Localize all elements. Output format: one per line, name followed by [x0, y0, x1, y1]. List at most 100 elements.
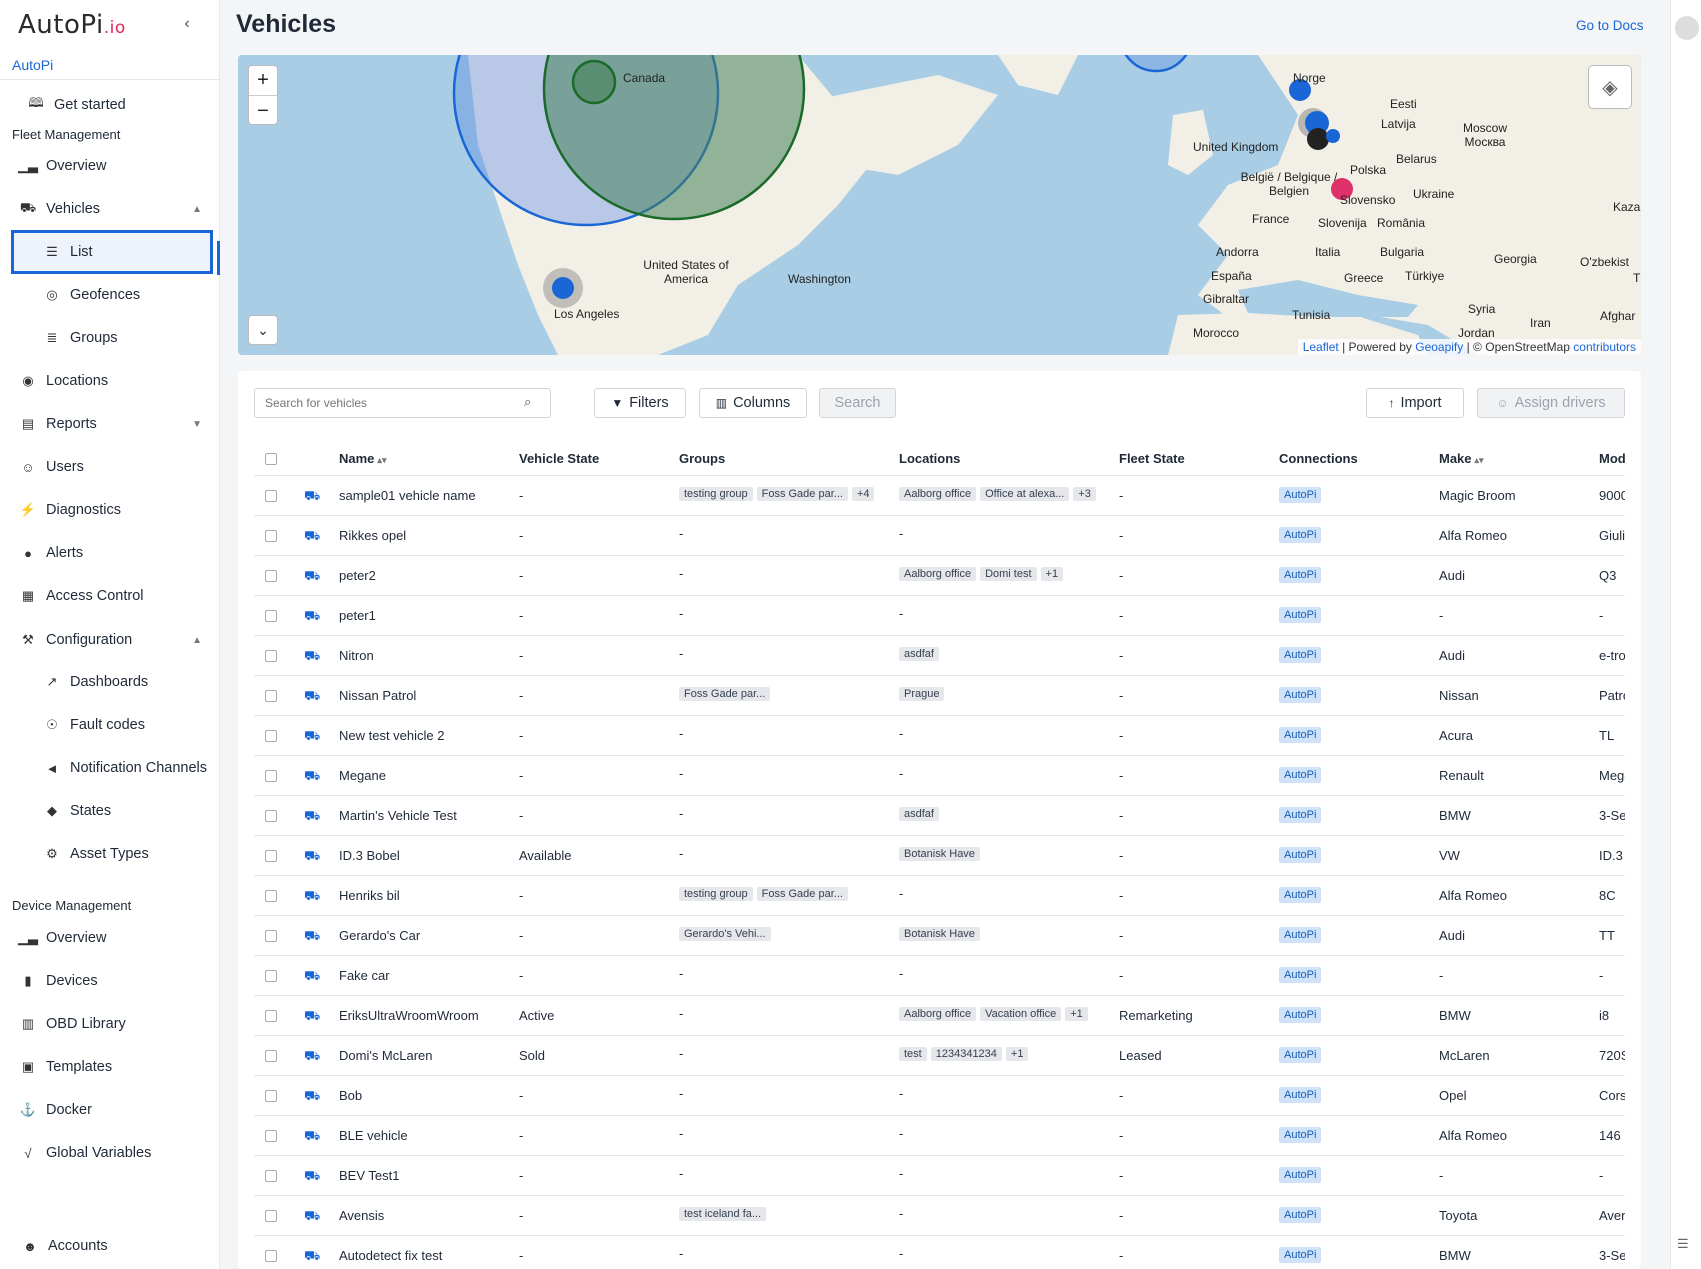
sidebar-item-obd-library[interactable]: ▥ OBD Library — [0, 1004, 220, 1044]
sidebar-item-notification-channels[interactable]: ◄ Notification Channels — [0, 748, 220, 788]
filters-button[interactable]: ▼ Filters — [594, 388, 686, 418]
row-checkbox[interactable] — [265, 1210, 277, 1222]
vehicle-name[interactable]: Domi's McLaren — [339, 1048, 509, 1063]
sidebar-item-dm-overview[interactable]: ▁▃ Overview — [0, 918, 220, 958]
row-checkbox[interactable] — [265, 930, 277, 942]
sidebar-item-alerts[interactable]: ● Alerts — [0, 533, 220, 573]
row-checkbox[interactable] — [265, 970, 277, 982]
table-row[interactable]: ⛟Megane----AutoPiRenaultMega — [254, 755, 1625, 795]
sidebar-item-reports[interactable]: ▤ Reports ▼ — [0, 404, 220, 444]
location-tag[interactable]: Domi test — [980, 566, 1037, 581]
sidebar-item-states[interactable]: ◆ States — [0, 791, 220, 831]
row-checkbox[interactable] — [265, 1010, 277, 1022]
zoom-out-button[interactable]: − — [249, 96, 277, 126]
location-tag[interactable]: +1 — [1065, 1006, 1088, 1021]
vehicle-name[interactable]: sample01 vehicle name — [339, 488, 509, 503]
map-layers-button[interactable]: ◈ — [1588, 65, 1632, 109]
table-row[interactable]: ⛟ Nissan Patrol - Foss Gade par... Prague - Au… — [254, 675, 1625, 715]
avatar[interactable] — [1675, 16, 1699, 40]
sidebar-item-vehicles[interactable]: ⛟ Vehicles ▲ — [0, 189, 220, 229]
table-row[interactable]: ⛟ Henriks bil - testing group Foss Gade par.… — [254, 875, 1625, 915]
group-tag[interactable]: Foss Gade par... — [756, 886, 848, 901]
table-row[interactable]: ⛟ peter1- - - - AutoPi - - — [254, 595, 1625, 635]
table-row[interactable]: ⛟ EriksUltraWroomWroom Active - Aalborg offi… — [254, 995, 1625, 1035]
location-tag[interactable]: Office at alexa... — [980, 486, 1070, 501]
vehicle-name[interactable]: Autodetect fix test — [339, 1248, 509, 1263]
select-all-checkbox[interactable] — [265, 453, 277, 465]
group-tag[interactable]: Foss Gade par... — [756, 486, 848, 501]
location-tag[interactable]: +1 — [1040, 566, 1064, 581]
list-toggle-icon[interactable]: ☰ — [1677, 1236, 1689, 1252]
sidebar-item-diagnostics[interactable]: ⚡ Diagnostics — [0, 490, 220, 530]
table-row[interactable]: ⛟ Nitron - - asdfaf - AutoPi Audi e-tro — [254, 635, 1625, 675]
group-tag[interactable]: testing group — [679, 486, 753, 501]
group-tag[interactable]: Foss Gade par... — [679, 686, 771, 701]
row-checkbox[interactable] — [265, 1250, 277, 1262]
table-row[interactable]: ⛟ ID.3 Bobel Available - Botanisk Have - AutoP… — [254, 835, 1625, 875]
collapse-sidebar-icon[interactable]: ‹ — [177, 14, 197, 34]
sidebar-item-list[interactable]: ☰ List — [11, 230, 213, 274]
vehicle-name[interactable]: peter2 — [339, 568, 509, 583]
vehicle-name[interactable]: Nitron — [339, 648, 509, 663]
table-row[interactable]: ⛟ Domi's McLaren Sold - test 1234341234 +1 Leas… — [254, 1035, 1625, 1075]
row-checkbox[interactable] — [265, 530, 277, 542]
row-checkbox[interactable] — [265, 1050, 277, 1062]
search-input[interactable] — [254, 388, 551, 418]
group-tag[interactable]: +4 — [851, 486, 875, 501]
row-checkbox[interactable] — [265, 730, 277, 742]
vehicle-name[interactable]: Megane — [339, 768, 509, 783]
vehicle-map[interactable]: Canada United States of America Washingt… — [238, 55, 1641, 355]
location-tag[interactable]: +1 — [1005, 1046, 1029, 1061]
org-name[interactable]: AutoPi — [0, 50, 219, 80]
sidebar-item-users[interactable]: ☺ Users — [0, 447, 220, 487]
row-checkbox[interactable] — [265, 650, 277, 662]
row-checkbox[interactable] — [265, 1090, 277, 1102]
columns-button[interactable]: ▥ Columns — [699, 388, 807, 418]
vehicle-name[interactable]: Fake car — [339, 968, 509, 983]
group-tag[interactable]: testing group — [679, 886, 753, 901]
sidebar-item-fault-codes[interactable]: ☉ Fault codes — [0, 705, 220, 745]
table-row[interactable]: ⛟ Bob - - - - AutoPi Opel Cors — [254, 1075, 1625, 1115]
vehicle-name[interactable]: peter1 — [339, 608, 509, 623]
sidebar-item-locations[interactable]: ◉ Locations — [0, 361, 220, 401]
table-row[interactable]: ⛟ peter2- - Aalborg office Domi test +1- AutoP… — [254, 555, 1625, 595]
row-checkbox[interactable] — [265, 570, 277, 582]
search-icon[interactable]: ⌕ — [524, 394, 531, 410]
sidebar-item-get-started[interactable]: 🕮 Get started — [0, 85, 220, 125]
row-checkbox[interactable] — [265, 890, 277, 902]
vehicle-name[interactable]: New test vehicle 2 — [339, 728, 509, 743]
col-header-name[interactable]: Name ▴▾ — [339, 451, 386, 466]
leaflet-link[interactable]: Leaflet — [1303, 340, 1339, 354]
sidebar-item-overview[interactable]: ▁▃ Overview — [0, 146, 220, 186]
sidebar-item-devices[interactable]: ▮ Devices — [0, 961, 220, 1001]
row-checkbox[interactable] — [265, 810, 277, 822]
sidebar-item-access-control[interactable]: ▦ Access Control — [0, 576, 220, 616]
table-row[interactable]: ⛟ New test vehicle 2- - - - AutoPi Acura TL — [254, 715, 1625, 755]
location-tag[interactable]: Botanisk Have — [899, 926, 980, 941]
location-tag[interactable]: 1234341234 — [930, 1046, 1002, 1061]
location-tag[interactable]: asdfaf — [899, 806, 939, 821]
map-expand-button[interactable]: ⌄ — [248, 315, 278, 345]
vehicle-name[interactable]: Henriks bil — [339, 888, 509, 903]
go-to-docs-link[interactable]: Go to Docs — [1576, 18, 1644, 33]
vehicle-name[interactable]: EriksUltraWroomWroom — [339, 1008, 509, 1023]
vehicle-name[interactable]: Gerardo's Car — [339, 928, 509, 943]
location-tag[interactable]: +3 — [1073, 486, 1096, 501]
vehicle-name[interactable]: ID.3 Bobel — [339, 848, 509, 863]
autopi-logo[interactable]: AutoPi.io — [18, 10, 126, 40]
sidebar-item-templates[interactable]: ▣ Templates — [0, 1047, 220, 1087]
location-tag[interactable]: Prague — [899, 686, 945, 701]
row-checkbox[interactable] — [265, 1170, 277, 1182]
vehicle-name[interactable]: BLE vehicle — [339, 1128, 509, 1143]
group-tag[interactable]: test iceland fa... — [679, 1206, 767, 1221]
sidebar-item-configuration[interactable]: ⚒ Configuration ▲ — [0, 620, 220, 660]
vehicle-name[interactable]: Avensis — [339, 1208, 509, 1223]
table-row[interactable]: ⛟ BEV Test1- - - - AutoPi - - — [254, 1155, 1625, 1195]
row-checkbox[interactable] — [265, 690, 277, 702]
vehicle-name[interactable]: Nissan Patrol — [339, 688, 509, 703]
table-row[interactable]: ⛟ BLE vehicle - - - - AutoPi Alfa Romeo 146 — [254, 1115, 1625, 1155]
contributors-link[interactable]: contributors — [1573, 340, 1636, 354]
location-tag[interactable]: test — [899, 1046, 927, 1061]
sidebar-item-dashboards[interactable]: ↗ Dashboards — [0, 662, 220, 702]
table-row[interactable]: ⛟ sample01 vehicle name - testing group Foss… — [254, 475, 1625, 515]
